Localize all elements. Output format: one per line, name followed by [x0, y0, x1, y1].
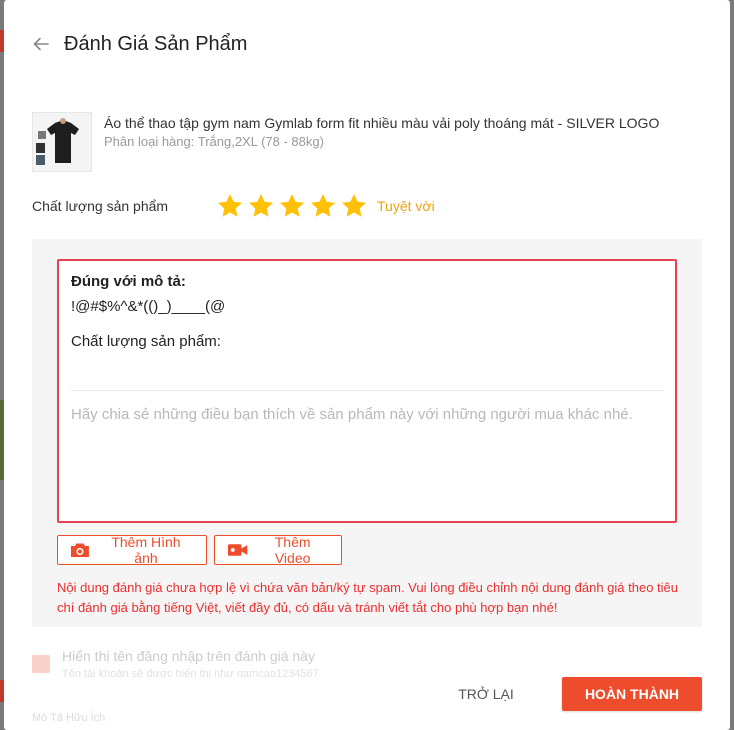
- checkbox[interactable]: [32, 655, 50, 673]
- modal-title: Đánh Giá Sản Phẩm: [64, 32, 248, 55]
- arrow-left-icon[interactable]: [32, 35, 50, 53]
- quality-label: Chất lượng sản phẩm:: [71, 333, 221, 350]
- username-option[interactable]: Hiển thị tên đăng nhập trên đánh giá này…: [32, 648, 319, 680]
- divider: [71, 390, 663, 391]
- modal-header: Đánh Giá Sản Phẩm: [32, 30, 247, 58]
- star-icon[interactable]: [340, 192, 368, 220]
- star-rating[interactable]: [216, 192, 371, 220]
- star-icon[interactable]: [247, 192, 275, 220]
- add-video-button[interactable]: Thêm Video: [214, 534, 342, 566]
- product-name: Áo thể thao tập gym nam Gymlab form fit …: [104, 115, 660, 131]
- review-textarea[interactable]: [71, 404, 663, 504]
- add-video-label: Thêm Video: [274, 534, 311, 566]
- back-button[interactable]: TRỞ LẠI: [440, 677, 532, 711]
- review-content[interactable]: !@#$%^&*(()_)____(@: [71, 298, 225, 315]
- camera-icon: [70, 543, 89, 557]
- add-image-label: Thêm Hình ảnh: [111, 534, 181, 566]
- review-editor[interactable]: Đúng với mô tả: !@#$%^&*(()_)____(@ Chất…: [57, 259, 677, 523]
- username-option-sublabel: Tên tài khoản sẽ được hiển thị như namca…: [62, 668, 319, 680]
- product-variant: Phân loại hàng: Trắng,2XL (78 - 88kg): [104, 134, 324, 149]
- complete-button[interactable]: HOÀN THÀNH: [562, 677, 702, 711]
- product-thumbnail: [32, 112, 92, 172]
- star-icon[interactable]: [309, 192, 337, 220]
- add-image-button[interactable]: Thêm Hình ảnh: [57, 534, 207, 566]
- star-icon[interactable]: [216, 192, 244, 220]
- rating-label: Chất lượng sản phẩm: [32, 198, 169, 214]
- faded-text: Mô Tả Hữu Ích: [32, 712, 106, 724]
- review-section: Đúng với mô tả: !@#$%^&*(()_)____(@ Chất…: [32, 239, 702, 627]
- username-option-label: Hiển thị tên đăng nhập trên đánh giá này: [62, 648, 315, 664]
- validation-warning: Nội dung đánh giá chưa hợp lệ vì chứa vă…: [57, 580, 679, 615]
- product-info: Áo thể thao tập gym nam Gymlab form fit …: [32, 112, 659, 172]
- review-heading: Đúng với mô tả:: [71, 273, 186, 290]
- video-camera-icon: [227, 544, 248, 556]
- rating-text: Tuyệt vời: [377, 198, 435, 214]
- review-modal: Đánh Giá Sản Phẩm Áo thể thao tập gym na…: [4, 0, 730, 730]
- rating-row: Chất lượng sản phẩm Tuyệt vời: [32, 190, 435, 222]
- product-image: [33, 113, 91, 171]
- star-icon[interactable]: [278, 192, 306, 220]
